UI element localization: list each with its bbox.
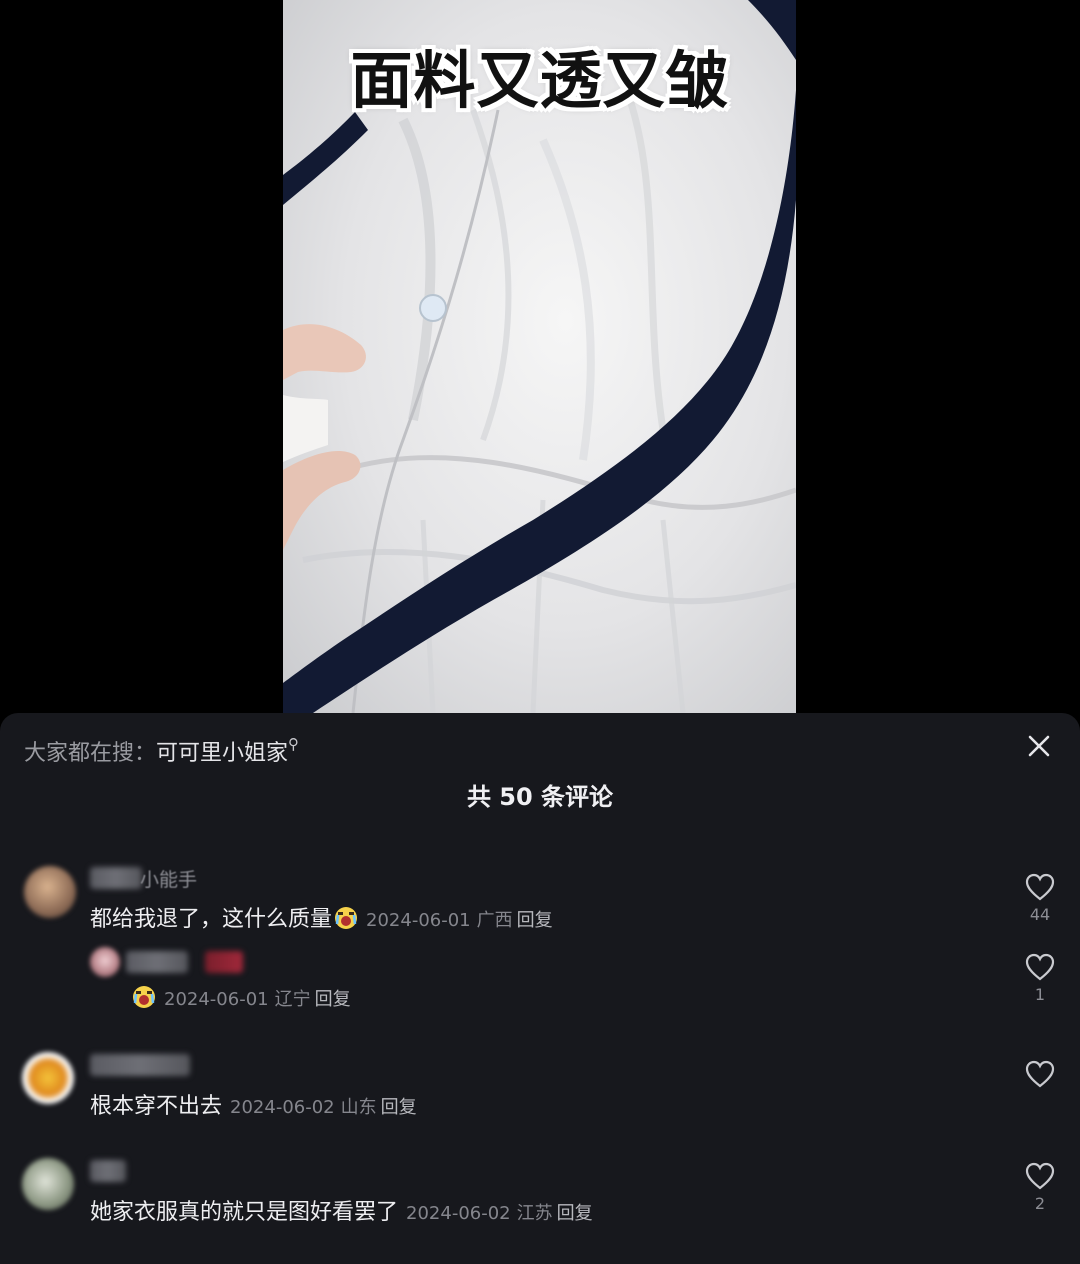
comment-item: 她家衣服真的就只是图好看罢了 2024-06-02 江苏 回复 2 xyxy=(0,1156,1080,1236)
reply-button[interactable]: 回复 xyxy=(381,1097,417,1118)
comment-region: 江苏 xyxy=(516,1203,553,1224)
reply-button[interactable]: 回复 xyxy=(517,910,553,931)
close-icon[interactable] xyxy=(1022,729,1056,763)
like-button[interactable]: 44 xyxy=(1010,873,1070,924)
comment-panel: 大家都在搜：可可里小姐家⚲ 共 50 条评论 小能手 都给我退了，这什么质量 20… xyxy=(0,713,1080,1264)
comment-date: 2024-06-02 xyxy=(406,1203,511,1224)
comment-body: 她家衣服真的就只是图好看罢了 2024-06-02 江苏 回复 xyxy=(90,1194,593,1226)
heart-icon xyxy=(1025,1060,1055,1088)
avatar[interactable] xyxy=(22,1052,74,1104)
comment-date: 2024-06-02 xyxy=(230,1097,335,1118)
search-prefix: 大家都在搜： xyxy=(24,741,157,766)
like-button[interactable]: 2 xyxy=(1010,1162,1070,1213)
like-count: 2 xyxy=(1034,1194,1046,1213)
reply-button[interactable]: 回复 xyxy=(315,989,351,1010)
comment-item: 小能手 都给我退了，这什么质量 2024-06-01 广西 回复 44 xyxy=(0,863,1080,943)
comment-region: 山东 xyxy=(340,1097,377,1118)
comment-body: 2024-06-01 辽宁 回复 xyxy=(130,985,351,1011)
comment-count-title: 共 50 条评论 xyxy=(466,783,614,811)
search-suggestion[interactable]: 大家都在搜：可可里小姐家⚲ xyxy=(24,735,299,767)
username-redacted[interactable] xyxy=(90,1054,190,1076)
username-redacted[interactable] xyxy=(126,951,188,973)
like-button[interactable]: 1 xyxy=(1010,953,1070,1004)
heart-icon xyxy=(1025,953,1055,981)
search-icon[interactable]: ⚲ xyxy=(288,735,299,753)
crying-face-icon xyxy=(335,907,358,929)
reply-item: 2024-06-01 辽宁 回复 1 xyxy=(0,945,1080,1015)
comment-text: 都给我退了，这什么质量 xyxy=(90,907,333,932)
video-caption: 面料又透又皱 xyxy=(350,44,729,117)
comment-date: 2024-06-01 xyxy=(366,910,471,931)
avatar[interactable] xyxy=(24,866,76,918)
author-badge xyxy=(205,951,243,973)
comment-date: 2024-06-01 xyxy=(164,989,269,1010)
search-term[interactable]: 可可里小姐家 xyxy=(156,741,288,766)
crying-face-icon xyxy=(133,986,155,1008)
avatar[interactable] xyxy=(22,1158,74,1210)
comment-text: 她家衣服真的就只是图好看罢了 xyxy=(90,1200,399,1225)
heart-icon xyxy=(1025,1162,1055,1190)
like-count: 1 xyxy=(1034,985,1046,1004)
reply-button[interactable]: 回复 xyxy=(557,1203,593,1224)
like-button[interactable] xyxy=(1010,1060,1070,1092)
username-redacted[interactable] xyxy=(90,867,142,889)
comment-text: 根本穿不出去 xyxy=(90,1094,223,1119)
comment-region: 广西 xyxy=(476,910,513,931)
video-player[interactable]: 面料又透又皱 xyxy=(0,0,1080,713)
avatar[interactable] xyxy=(90,947,120,977)
video-frame[interactable]: 面料又透又皱 xyxy=(283,0,796,713)
username-redacted[interactable] xyxy=(90,1160,126,1182)
username[interactable]: 小能手 xyxy=(140,865,197,892)
heart-icon xyxy=(1025,873,1055,901)
comment-body: 根本穿不出去 2024-06-02 山东 回复 xyxy=(90,1088,417,1120)
comment-body: 都给我退了，这什么质量 2024-06-01 广西 回复 xyxy=(90,901,553,933)
like-count: 44 xyxy=(1029,905,1051,924)
comment-item: 根本穿不出去 2024-06-02 山东 回复 xyxy=(0,1050,1080,1130)
comment-region: 辽宁 xyxy=(274,989,311,1010)
